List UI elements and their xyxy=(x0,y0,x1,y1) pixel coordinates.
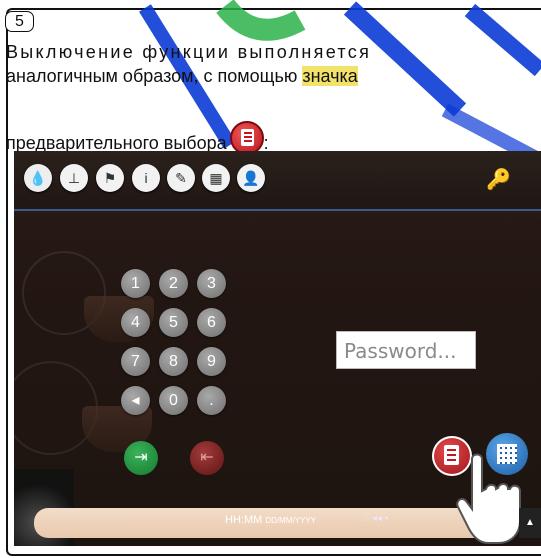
screen-toolbar: 💧 ⊥ ⚑ i ✎ ▦ 👤 🔑 xyxy=(14,151,541,211)
password-input[interactable]: Password... xyxy=(336,331,476,369)
step-number-badge: 5 xyxy=(5,11,34,32)
key-9[interactable]: 9 xyxy=(197,347,226,376)
flag-icon[interactable]: ⚑ xyxy=(96,164,124,192)
key-1[interactable]: 1 xyxy=(121,269,150,298)
instruction-line-3: предварительного выбора: xyxy=(6,121,269,155)
key-4[interactable]: 4 xyxy=(121,308,150,337)
key-5[interactable]: 5 xyxy=(159,308,188,337)
key-2[interactable]: 2 xyxy=(159,269,188,298)
instruction-line-3-suffix: : xyxy=(263,133,269,153)
pencil-icon[interactable]: ✎ xyxy=(167,164,195,192)
door-enter-icon[interactable]: ⇥ xyxy=(124,441,158,475)
numeric-keypad: 1 2 3 4 5 6 7 8 9 ◂ 0 . xyxy=(121,269,241,419)
backspace-key[interactable]: ◂ xyxy=(121,386,150,415)
dot-key[interactable]: . xyxy=(197,386,226,415)
drop-icon[interactable]: 💧 xyxy=(24,164,52,192)
instruction-line-2: аналогичным образом, с помощью значка xyxy=(6,66,358,87)
key-0[interactable]: 0 xyxy=(159,386,188,415)
key-icon[interactable]: 🔑 xyxy=(486,167,511,192)
preselection-inline-icon xyxy=(229,121,264,155)
clock-icon[interactable]: ⊥ xyxy=(60,164,88,192)
highlighted-word: значка xyxy=(302,66,358,86)
date-display: DD/MM/YYYY xyxy=(265,516,317,525)
time-display: HH:MM xyxy=(225,514,263,526)
door-exit-icon[interactable]: ⇤ xyxy=(190,441,224,475)
instruction-line-2-text: аналогичным образом, с помощью xyxy=(6,66,303,86)
calendar-icon[interactable]: ▦ xyxy=(202,164,230,192)
key-8[interactable]: 8 xyxy=(159,347,188,376)
instruction-line-1: Выключение функции выполняется xyxy=(6,42,372,62)
key-6[interactable]: 6 xyxy=(197,308,226,337)
key-7[interactable]: 7 xyxy=(121,347,150,376)
up-arrow-icon[interactable]: ▲ xyxy=(519,508,541,538)
info-icon[interactable]: i xyxy=(132,164,160,192)
time-date-display: HH:MM DD/MM/YYYY xyxy=(225,514,316,526)
key-3[interactable]: 3 xyxy=(197,269,226,298)
status-icons: ♡◂◂ ▪ xyxy=(363,513,389,524)
coffee-machine-screen: 💧 ⊥ ⚑ i ✎ ▦ 👤 🔑 1 2 3 4 5 6 7 8 9 ◂ 0 . … xyxy=(14,151,541,546)
user-card-icon[interactable]: 👤 xyxy=(237,164,265,192)
instruction-line-3-text: предварительного выбора xyxy=(6,133,227,153)
